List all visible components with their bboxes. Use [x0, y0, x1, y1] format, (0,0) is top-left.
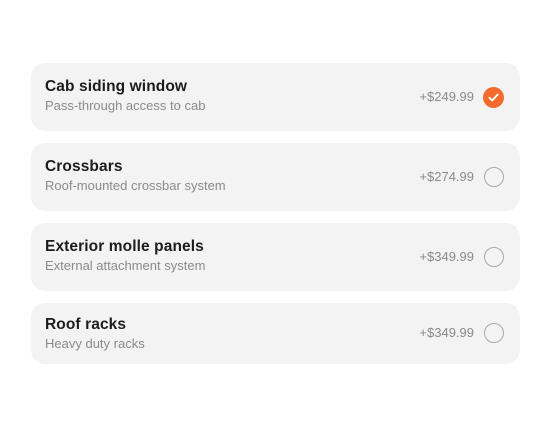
option-card-exterior-molle-panels[interactable]: Exterior molle panels External attachmen…: [31, 223, 520, 291]
option-price: +$349.99: [419, 249, 474, 264]
checkmark-icon[interactable]: [483, 87, 504, 108]
option-title: Crossbars: [45, 158, 123, 175]
option-subtitle: Roof-mounted crossbar system: [45, 178, 226, 193]
option-title: Roof racks: [45, 316, 127, 333]
option-text: Exterior molle panels External attachmen…: [45, 237, 205, 275]
option-card-roof-racks[interactable]: Roof racks Heavy duty racks +$349.99: [31, 303, 520, 364]
empty-radio-icon[interactable]: [484, 323, 504, 343]
option-title: Cab siding window: [45, 78, 188, 95]
option-price: +$274.99: [419, 169, 474, 184]
option-text: Cab siding window Pass-through access to…: [45, 77, 205, 115]
option-card-cab-siding-window[interactable]: Cab siding window Pass-through access to…: [31, 63, 520, 131]
option-title: Exterior molle panels: [45, 238, 204, 255]
empty-radio-icon[interactable]: [484, 167, 504, 187]
option-price: +$249.99: [419, 89, 474, 104]
option-card-crossbars[interactable]: Crossbars Roof-mounted crossbar system +…: [31, 143, 520, 211]
option-text: Roof racks Heavy duty racks: [45, 315, 145, 353]
option-subtitle: External attachment system: [45, 258, 206, 273]
option-subtitle: Pass-through access to cab: [45, 98, 206, 113]
option-subtitle: Heavy duty racks: [45, 336, 145, 351]
addon-options-list: Cab siding window Pass-through access to…: [31, 63, 520, 376]
empty-radio-icon[interactable]: [484, 247, 504, 267]
option-price: +$349.99: [419, 325, 474, 340]
option-text: Crossbars Roof-mounted crossbar system: [45, 157, 226, 195]
